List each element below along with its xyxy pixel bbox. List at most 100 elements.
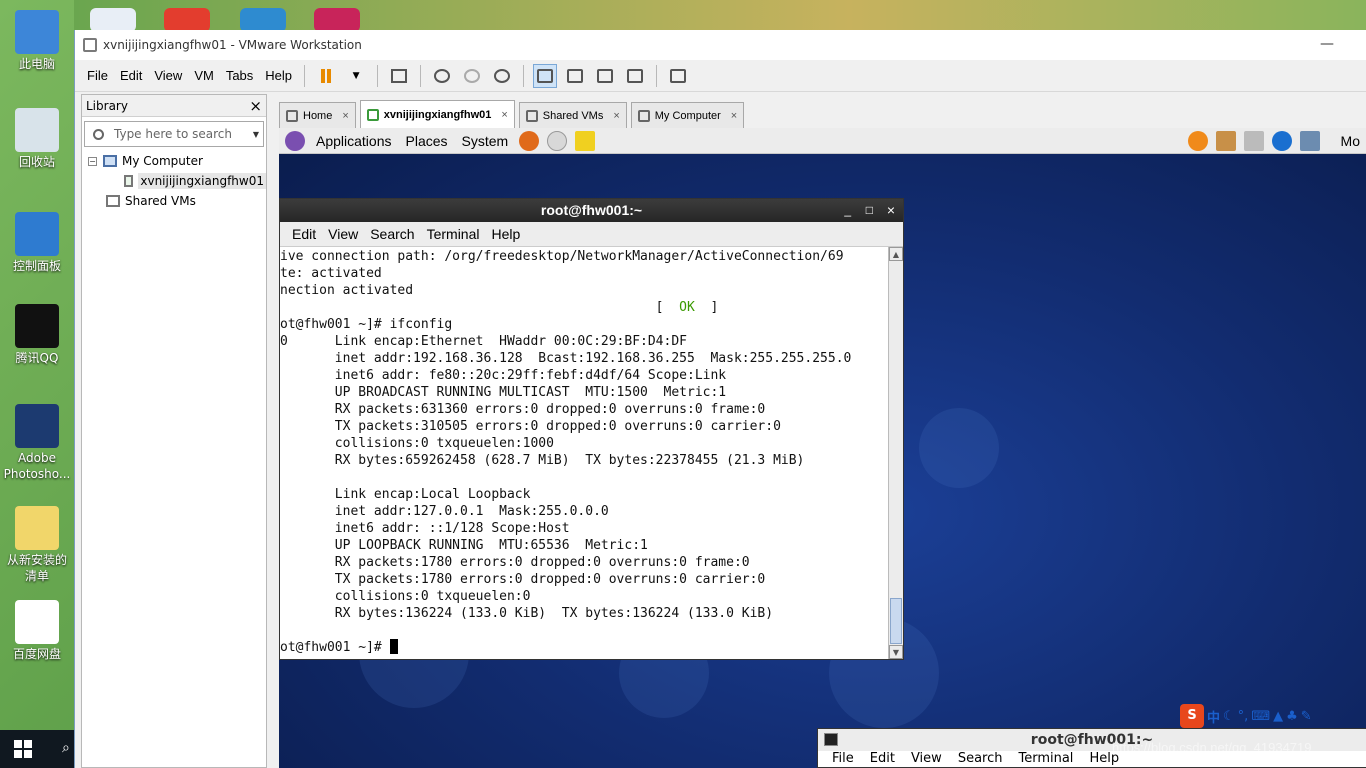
terminal-line: ive connection path: /org/freedesktop/Ne… (280, 249, 844, 264)
package-icon[interactable] (1215, 130, 1236, 151)
terminal-window[interactable]: root@fhw001:~ _ □ × Edit View Search Ter… (279, 198, 904, 660)
menu-places[interactable]: Places (399, 133, 455, 149)
menu-help[interactable]: Help (485, 226, 526, 242)
minimize-button[interactable]: _ (844, 199, 851, 222)
show-library-button[interactable] (533, 63, 558, 88)
menu-view[interactable]: View (903, 751, 950, 768)
bluetooth-icon[interactable] (1271, 130, 1292, 151)
menu-edit[interactable]: Edit (114, 68, 148, 83)
terminal-scrollbar[interactable]: ▲ ▼ (888, 247, 903, 659)
menu-system[interactable]: System (455, 133, 516, 149)
maximize-button[interactable]: □ (866, 199, 873, 222)
menu-search[interactable]: Search (364, 226, 420, 242)
ime-mode[interactable]: 中 (1207, 707, 1220, 726)
library-tree: − My Computer xvnijijingxiangfhw01 Share… (82, 151, 266, 211)
terminal-line: nection activated (280, 283, 414, 298)
terminal-prompt[interactable]: ot@fhw001 ~]# (280, 639, 890, 656)
snapshot-revert-button[interactable] (460, 64, 484, 88)
network-icon[interactable] (1299, 130, 1320, 151)
volume-muted-icon[interactable] (1243, 130, 1264, 151)
app-icon[interactable] (314, 8, 360, 32)
desktop-icon[interactable]: 控制面板 (2, 212, 72, 274)
tab-close-icon[interactable]: × (731, 110, 737, 122)
thumbnail-bar-button[interactable] (563, 64, 587, 88)
snapshot-manager-button[interactable] (490, 64, 514, 88)
scroll-down-icon[interactable]: ▼ (889, 645, 903, 659)
menu-view[interactable]: View (322, 226, 364, 242)
desktop-icon[interactable]: Adobe Photosho... (2, 404, 72, 482)
moon-icon[interactable]: ☾ (1223, 709, 1235, 724)
sogou-ime-icon[interactable]: S (1180, 704, 1204, 728)
tab-close-icon[interactable]: × (501, 109, 507, 121)
windows-start-icon[interactable] (14, 740, 32, 758)
firefox-icon[interactable] (519, 130, 540, 151)
send-ctrl-alt-del-button[interactable] (387, 64, 411, 88)
tree-item-my-computer[interactable]: − My Computer (82, 151, 266, 171)
library-search-input[interactable]: Type here to search ▼ (84, 121, 264, 147)
desktop-icon[interactable]: 此电脑 (2, 10, 72, 72)
menu-terminal[interactable]: Terminal (1010, 751, 1081, 768)
desktop-icon[interactable]: 回收站 (2, 108, 72, 170)
app-icon[interactable] (240, 8, 286, 32)
toolbar-separator (420, 64, 422, 87)
desktop-icon-label: 此电脑 (18, 57, 55, 71)
menu-terminal[interactable]: Terminal (421, 226, 486, 242)
tab-vm[interactable]: xvnijijingxiangfhw01 × (359, 100, 515, 128)
scroll-thumb[interactable] (890, 598, 902, 644)
terminal-output[interactable]: ive connection path: /org/freedesktop/Ne… (280, 247, 890, 659)
minimize-button[interactable]: — (1320, 36, 1334, 52)
tab-home[interactable]: Home × (279, 102, 356, 128)
app-icon[interactable] (164, 8, 210, 32)
app-icon (15, 108, 59, 152)
menu-view[interactable]: View (148, 68, 188, 83)
close-button[interactable]: × (887, 199, 895, 222)
scroll-up-icon[interactable]: ▲ (889, 247, 903, 261)
tree-item-shared-vms[interactable]: Shared VMs (82, 191, 266, 211)
search-icon[interactable]: ⌕ (62, 740, 70, 756)
guest-screen[interactable]: Applications Places System Mo root@fhw00… (279, 128, 1366, 768)
tree-item-vm[interactable]: xvnijijingxiangfhw01 (82, 171, 266, 191)
home-icon (286, 109, 298, 122)
gnome-top-panel: Applications Places System Mo (279, 128, 1366, 154)
terminal-titlebar[interactable]: root@fhw001:~ _ □ × (280, 199, 903, 222)
menu-applications[interactable]: Applications (309, 133, 399, 149)
notes-icon[interactable] (575, 130, 596, 151)
desktop-icon[interactable]: 腾讯QQ (2, 304, 72, 366)
panel-clock: Mo (1340, 132, 1360, 149)
terminal-line: Link encap:Local Loopback (280, 487, 531, 502)
punctuation-icon[interactable]: °, (1238, 709, 1249, 724)
unity-button[interactable] (623, 64, 647, 88)
menu-edit[interactable]: Edit (862, 751, 903, 768)
snapshot-take-button[interactable] (430, 64, 454, 88)
pause-dropdown-icon[interactable]: ▼ (344, 64, 368, 88)
console-view-button[interactable] (666, 64, 690, 88)
tab-close-icon[interactable]: × (342, 110, 348, 122)
desktop-icon[interactable]: 从新安装的清单 (2, 506, 72, 584)
library-close-button[interactable]: × (249, 97, 262, 115)
update-icon[interactable] (1187, 130, 1208, 151)
menu-vm[interactable]: VM (188, 68, 220, 83)
keyboard-icon[interactable]: ⌨ (1251, 709, 1270, 724)
tab-my-computer[interactable]: My Computer × (630, 102, 745, 128)
mail-icon[interactable] (547, 130, 568, 151)
tools-icon[interactable]: ✎ (1301, 709, 1312, 724)
search-dropdown-icon[interactable]: ▼ (253, 130, 259, 139)
desktop-icon[interactable]: 百度网盘 (2, 600, 72, 662)
tab-shared-vms[interactable]: Shared VMs × (518, 102, 627, 128)
tab-close-icon[interactable]: × (613, 110, 619, 122)
ime-toolbar[interactable]: S 中 ☾ °, ⌨ ▲ ♣ ✎ (1180, 703, 1312, 729)
menu-tabs[interactable]: Tabs (220, 68, 259, 83)
menu-file[interactable]: File (824, 751, 862, 768)
terminal-line: UP BROADCAST RUNNING MULTICAST MTU:1500 … (280, 385, 727, 400)
menu-edit[interactable]: Edit (286, 226, 322, 242)
app-icon[interactable] (90, 8, 136, 32)
collapse-icon[interactable]: − (88, 156, 97, 166)
menu-help[interactable]: Help (259, 68, 298, 83)
shirt-icon[interactable]: ♣ (1286, 709, 1298, 724)
menu-file[interactable]: File (81, 68, 114, 83)
pause-button[interactable] (314, 64, 338, 88)
menu-search[interactable]: Search (950, 751, 1011, 768)
full-screen-button[interactable] (593, 64, 617, 88)
skin-icon[interactable]: ▲ (1273, 709, 1283, 724)
